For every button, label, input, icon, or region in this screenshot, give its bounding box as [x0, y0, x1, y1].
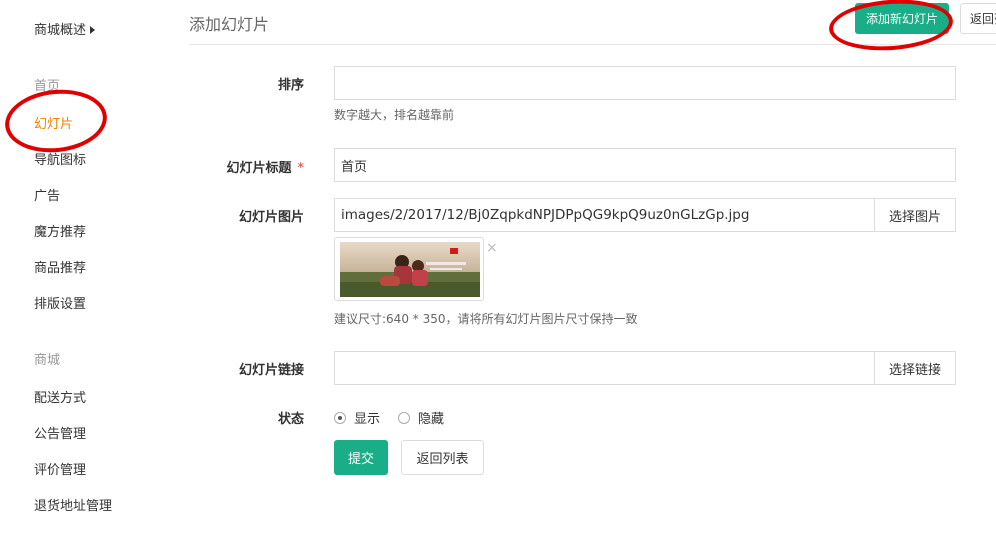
header-divider: [189, 44, 996, 45]
sidebar-item-delivery[interactable]: 配送方式: [34, 387, 86, 406]
sidebar-group-shop: 商城: [34, 353, 61, 368]
back-to-list-button[interactable]: 返回列表: [401, 440, 484, 475]
sidebar-item-refund-address[interactable]: 退货地址管理: [34, 495, 112, 514]
status-hide-label: 隐藏: [418, 412, 445, 427]
sidebar-item-notice[interactable]: 公告管理: [34, 423, 86, 442]
status-label: 状态: [277, 412, 304, 427]
sidebar: 商城概述 首页 幻灯片 导航图标 广告 魔方推荐 商品推荐 排版设置 商城 配送…: [0, 0, 170, 539]
status-show-label: 显示: [354, 412, 381, 427]
link-label: 幻灯片链接: [238, 363, 304, 378]
add-slide-button[interactable]: 添加新幻灯片: [855, 3, 949, 34]
radio-checked-icon[interactable]: [334, 411, 346, 424]
image-preview: [334, 237, 484, 301]
sidebar-item-cube[interactable]: 魔方推荐: [34, 221, 86, 240]
sidebar-item-comments[interactable]: 评价管理: [34, 459, 86, 478]
sidebar-item-label: 商城概述: [34, 23, 87, 38]
remove-image-icon[interactable]: ×: [486, 240, 498, 256]
select-link-button[interactable]: 选择链接: [874, 351, 956, 385]
sidebar-item-overview[interactable]: 商城概述: [34, 19, 96, 38]
submit-button[interactable]: 提交: [334, 440, 388, 475]
sidebar-item-slides[interactable]: 幻灯片: [34, 113, 73, 132]
select-image-button[interactable]: 选择图片: [874, 198, 956, 232]
title-input[interactable]: 首页: [334, 148, 956, 182]
sidebar-item-goods[interactable]: 商品推荐: [34, 257, 86, 276]
link-input[interactable]: [334, 351, 875, 385]
sort-input[interactable]: [334, 66, 956, 100]
status-hide-radio[interactable]: 隐藏: [398, 408, 444, 427]
image-help: 建议尺寸:640 * 350，请将所有幻灯片图片尺寸保持一致: [334, 312, 638, 326]
image-label: 幻灯片图片: [238, 210, 304, 225]
page-title: 添加幻灯片: [189, 15, 270, 34]
sidebar-item-nav-icons[interactable]: 导航图标: [34, 149, 86, 168]
sidebar-item-layout[interactable]: 排版设置: [34, 293, 86, 312]
sidebar-group-home: 首页: [34, 79, 61, 94]
image-path-input[interactable]: images/2/2017/12/Bj0ZqpkdNPJDPpQG9kpQ9uz…: [334, 198, 875, 232]
caret-right-icon: [90, 26, 96, 34]
sort-label: 排序: [277, 78, 304, 93]
title-label-text: 幻灯片标题: [226, 161, 292, 176]
status-show-radio[interactable]: 显示: [334, 408, 380, 427]
sidebar-item-ads[interactable]: 广告: [34, 185, 60, 204]
required-mark: *: [297, 161, 305, 176]
radio-unchecked-icon[interactable]: [398, 411, 410, 424]
title-label: 幻灯片标题 *: [184, 157, 304, 176]
slide-thumbnail-image: [340, 242, 480, 297]
sort-help: 数字越大，排名越靠前: [334, 108, 455, 122]
back-to-list-button-top[interactable]: 返回列表: [960, 3, 996, 34]
